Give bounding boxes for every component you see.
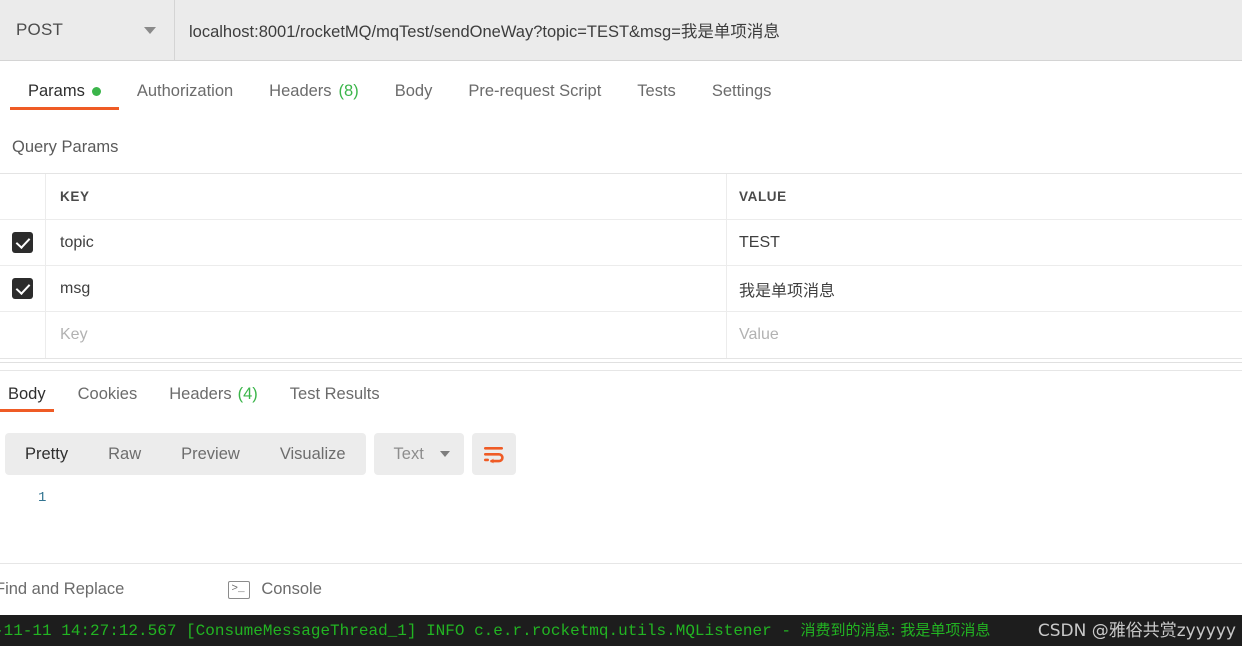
column-header-value: VALUE [739, 189, 787, 204]
response-tab-cookies[interactable]: Cookies [62, 372, 154, 416]
format-raw-label: Raw [108, 444, 142, 463]
request-url-bar: POST localhost:8001/rocketMQ/mqTest/send… [0, 0, 1242, 61]
status-footer-bar: Find and Replace Console [0, 563, 1242, 615]
find-and-replace-button[interactable]: Find and Replace [0, 580, 124, 599]
http-method-dropdown[interactable]: POST [0, 0, 175, 60]
word-wrap-toggle[interactable] [471, 433, 516, 475]
request-url-input[interactable]: localhost:8001/rocketMQ/mqTest/sendOneWa… [175, 0, 1242, 60]
row-value-cell[interactable]: TEST [727, 220, 1242, 265]
csdn-watermark: CSDN @雅俗共赏zyyyyy [1037, 621, 1236, 641]
row-check-cell [0, 312, 46, 358]
new-key-placeholder: Key [60, 326, 88, 343]
word-wrap-icon [483, 447, 504, 464]
tab-params[interactable]: Params [10, 61, 119, 122]
row-value-cell[interactable]: 我是单项消息 [727, 266, 1242, 311]
new-value-cell[interactable]: Value [727, 312, 1242, 358]
header-key-cell: KEY [46, 174, 727, 219]
tab-settings-label: Settings [711, 82, 772, 100]
column-header-key: KEY [60, 189, 90, 204]
find-and-replace-label: Find and Replace [0, 580, 125, 598]
tab-params-label: Params [28, 82, 85, 100]
format-visualize-label: Visualize [279, 444, 346, 463]
header-check-cell [0, 174, 46, 219]
tab-authorization[interactable]: Authorization [119, 61, 251, 122]
new-key-cell[interactable]: Key [46, 312, 727, 358]
row-check-cell [0, 220, 46, 265]
param-enabled-checkbox[interactable] [12, 278, 33, 299]
tab-headers-label: Headers [269, 82, 332, 100]
chevron-down-icon [439, 451, 450, 457]
tab-tests-label: Tests [637, 82, 676, 100]
editor-line-number: 1 [38, 490, 47, 506]
row-check-cell [0, 266, 46, 311]
format-preview-label: Preview [181, 444, 240, 463]
format-preview-button[interactable]: Preview [161, 433, 260, 475]
header-value-cell: VALUE [727, 174, 1242, 219]
terminal-log-message: 消费到的消息: 我是单项消息 [800, 621, 991, 639]
console-label: Console [261, 580, 322, 598]
table-row: topic TEST [0, 220, 1242, 266]
row-key-cell[interactable]: msg [46, 266, 727, 311]
response-tab-test-results-label: Test Results [289, 384, 380, 403]
response-format-toolbar: Pretty Raw Preview Visualize Text [5, 433, 516, 475]
response-tab-cookies-label: Cookies [77, 384, 138, 403]
response-tab-body[interactable]: Body [0, 372, 62, 416]
tab-tests[interactable]: Tests [619, 61, 694, 122]
new-value-placeholder: Value [739, 326, 779, 343]
format-pretty-label: Pretty [25, 444, 69, 463]
response-tab-body-label: Body [8, 384, 46, 403]
request-url-text: localhost:8001/rocketMQ/mqTest/sendOneWa… [189, 23, 780, 41]
response-tab-headers-count: (4) [237, 384, 258, 403]
console-button[interactable]: Console [228, 580, 322, 599]
tab-authorization-label: Authorization [136, 82, 234, 100]
terminal-icon [228, 580, 251, 599]
tab-settings[interactable]: Settings [694, 61, 790, 122]
http-method-label: POST [16, 20, 64, 39]
tab-pre-request-script-label: Pre-request Script [468, 82, 602, 100]
terminal-log-prefix: -11-11 14:27:12.567 [ConsumeMessageThrea… [0, 622, 801, 640]
table-row: msg 我是单项消息 [0, 266, 1242, 312]
params-modified-dot-icon [91, 87, 101, 96]
tab-headers[interactable]: Headers (8) [251, 61, 377, 122]
response-language-label: Text [393, 444, 424, 463]
terminal-log-strip: -11-11 14:27:12.567 [ConsumeMessageThrea… [0, 615, 1242, 646]
postman-window: POST localhost:8001/rocketMQ/mqTest/send… [0, 0, 1242, 646]
terminal-log-line: -11-11 14:27:12.567 [ConsumeMessageThrea… [0, 619, 990, 640]
param-value-value: TEST [739, 233, 780, 251]
param-value-value: 我是单项消息 [739, 282, 836, 300]
response-body-editor[interactable]: 1 [0, 490, 1242, 560]
chevron-down-icon [144, 26, 156, 34]
response-tab-headers[interactable]: Headers (4) [153, 372, 274, 416]
format-visualize-button[interactable]: Visualize [260, 433, 366, 475]
request-tab-bar: Params Authorization Headers (8) Body Pr… [0, 61, 1242, 122]
param-key-value: msg [60, 279, 91, 297]
tab-body-label: Body [394, 82, 433, 100]
pane-splitter[interactable] [0, 362, 1242, 371]
response-tab-bar: Body Cookies Headers (4) Test Results [0, 372, 1242, 416]
tab-body[interactable]: Body [377, 61, 451, 122]
format-raw-button[interactable]: Raw [88, 433, 161, 475]
response-language-dropdown[interactable]: Text [373, 433, 464, 475]
query-params-table: KEY VALUE topic TEST msg 我是单项消息 Key Valu… [0, 173, 1242, 359]
row-key-cell[interactable]: topic [46, 220, 727, 265]
tab-pre-request-script[interactable]: Pre-request Script [450, 61, 619, 122]
format-button-group: Pretty Raw Preview Visualize [5, 433, 366, 475]
query-params-title: Query Params [12, 138, 119, 156]
param-enabled-checkbox[interactable] [12, 232, 33, 253]
param-key-value: topic [60, 233, 94, 251]
format-pretty-button[interactable]: Pretty [5, 433, 88, 475]
table-header-row: KEY VALUE [0, 174, 1242, 220]
response-tab-headers-label: Headers [169, 384, 232, 403]
tab-headers-count: (8) [338, 82, 359, 100]
table-row-empty: Key Value [0, 312, 1242, 358]
response-tab-test-results[interactable]: Test Results [274, 372, 396, 416]
